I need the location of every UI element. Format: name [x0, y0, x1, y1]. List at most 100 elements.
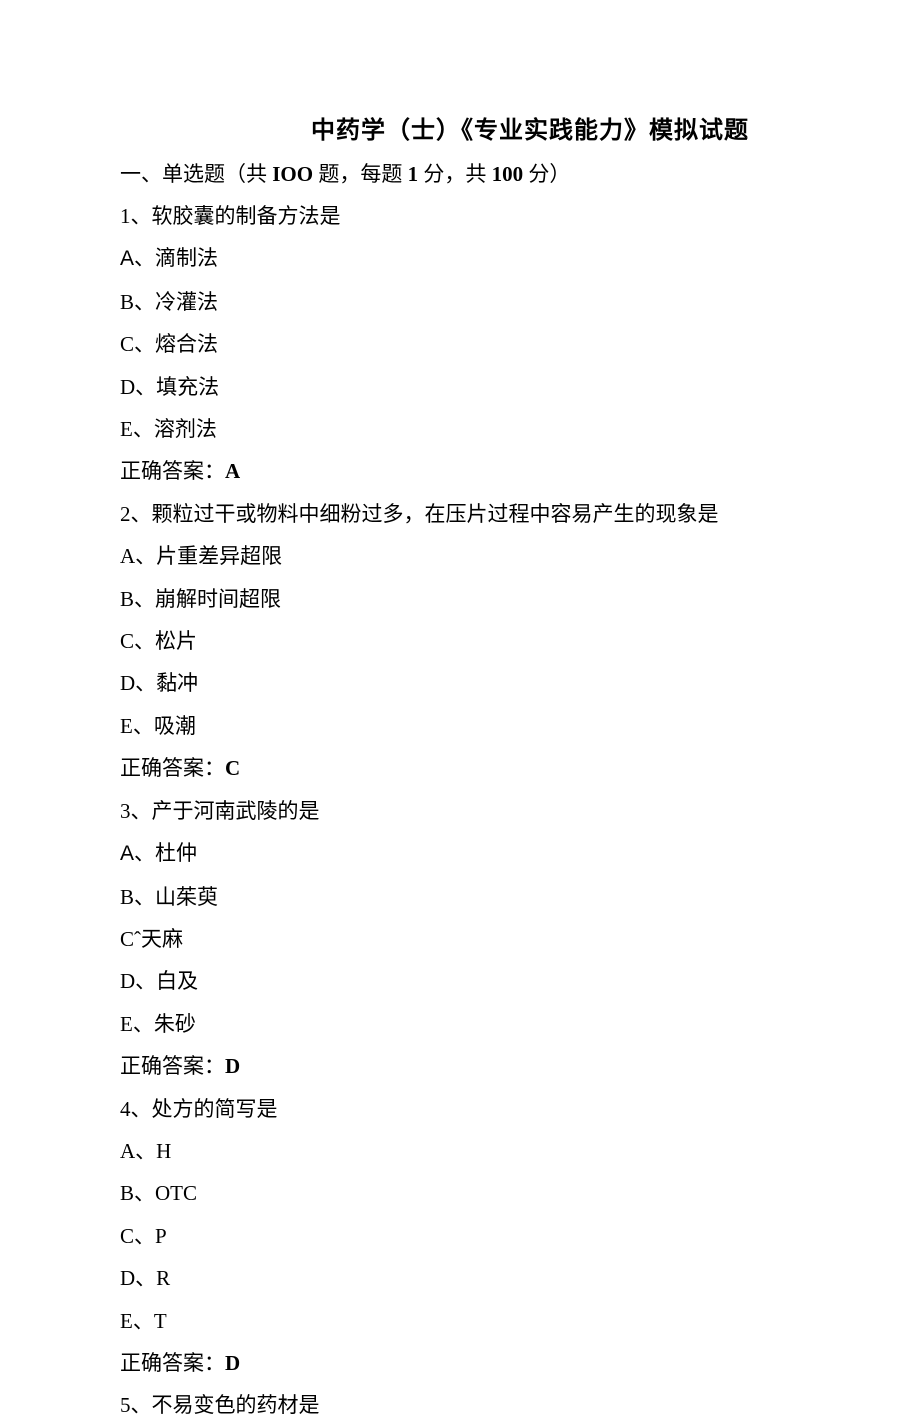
section-count: IOO: [272, 162, 313, 186]
option-text: 熔合法: [155, 332, 218, 356]
option-sep: 、: [133, 714, 154, 738]
option-label: C: [120, 629, 134, 653]
option-label: C: [120, 1224, 134, 1248]
option-text: 填充法: [156, 375, 219, 399]
option-text: 白及: [156, 969, 198, 993]
section-mid2: 分，共: [418, 162, 492, 186]
option-sep: 、: [135, 969, 156, 993]
question-text: 产于河南武陵的是: [152, 799, 320, 823]
question-text: 颗粒过干或物料中细粉过多，在压片过程中容易产生的现象是: [152, 502, 719, 526]
option: D、R: [120, 1257, 800, 1299]
option-label: D: [120, 671, 135, 695]
option-text: R: [156, 1266, 170, 1290]
option: D、白及: [120, 960, 800, 1002]
section-header: 一、单选题（共 IOO 题，每题 1 分，共 100 分）: [120, 153, 800, 195]
option-sep: 、: [133, 1309, 154, 1333]
option-sep: 、: [134, 1224, 155, 1248]
option-sep: 、: [134, 332, 155, 356]
option-text: 天麻: [141, 927, 183, 951]
option-text: 黏冲: [156, 671, 198, 695]
option-label: A: [120, 247, 134, 270]
option-label: E: [120, 1309, 133, 1333]
option-sep: 、: [135, 1139, 156, 1163]
answer-line: 正确答案：D: [120, 1342, 800, 1384]
option-sep: 、: [134, 629, 155, 653]
option-label: B: [120, 885, 134, 909]
question-text: 不易变色的药材是: [152, 1393, 320, 1417]
option-sep: 、: [133, 417, 154, 441]
section-prefix: 一、单选题（共: [120, 162, 272, 186]
option-text: 朱砂: [154, 1012, 196, 1036]
option: C、P: [120, 1215, 800, 1257]
option: E、溶剂法: [120, 408, 800, 450]
answer-label: 正确答案：: [120, 1351, 225, 1375]
option: A、H: [120, 1130, 800, 1172]
section-total: 100: [492, 162, 524, 186]
answer-value: C: [225, 756, 240, 780]
option: D、黏冲: [120, 662, 800, 704]
section-per: 1: [408, 162, 419, 186]
answer-line: 正确答案：D: [120, 1045, 800, 1087]
option: B、崩解时间超限: [120, 578, 800, 620]
answer-value: D: [225, 1054, 240, 1078]
option: C、熔合法: [120, 323, 800, 365]
option-sep: 、: [134, 1181, 155, 1205]
option-sep: 、: [135, 1266, 156, 1290]
option: B、OTC: [120, 1172, 800, 1214]
question-text: 处方的简写是: [152, 1097, 278, 1121]
option-label: A: [120, 842, 134, 865]
option: B、冷灌法: [120, 281, 800, 323]
question-number: 4、: [120, 1097, 152, 1121]
option-label: B: [120, 587, 134, 611]
question-stem: 3、产于河南武陵的是: [120, 790, 800, 832]
option-sep: 、: [134, 885, 155, 909]
option-label: D: [120, 375, 135, 399]
option-text: 冷灌法: [155, 290, 218, 314]
answer-label: 正确答案：: [120, 459, 225, 483]
option-sep: 、: [134, 246, 155, 270]
option: E、朱砂: [120, 1003, 800, 1045]
answer-line: 正确答案：A: [120, 450, 800, 492]
question-stem: 1、软胶囊的制备方法是: [120, 195, 800, 237]
option-label: B: [120, 1181, 134, 1205]
option-label: D: [120, 969, 135, 993]
option-label: A: [120, 544, 135, 568]
option-sep: 、: [134, 841, 155, 865]
option-text: 松片: [155, 629, 197, 653]
option-text: OTC: [155, 1181, 197, 1205]
option-sep: 、: [135, 544, 156, 568]
option-text: H: [156, 1139, 171, 1163]
question-stem: 2、颗粒过干或物料中细粉过多，在压片过程中容易产生的现象是: [120, 493, 800, 535]
option: D、填充法: [120, 366, 800, 408]
question-number: 1、: [120, 204, 152, 228]
question-number: 5、: [120, 1393, 152, 1417]
option-label: C: [120, 332, 134, 356]
option-text: P: [155, 1224, 167, 1248]
option-label: E: [120, 417, 133, 441]
option: Cˆ天麻: [120, 918, 800, 960]
option-label: Cˆ: [120, 927, 141, 951]
question-number: 3、: [120, 799, 152, 823]
option-label: E: [120, 1012, 133, 1036]
option-label: E: [120, 714, 133, 738]
option-sep: 、: [133, 1012, 154, 1036]
option-sep: 、: [135, 671, 156, 695]
option-text: 片重差异超限: [156, 544, 282, 568]
answer-line: 正确答案：C: [120, 747, 800, 789]
answer-value: D: [225, 1351, 240, 1375]
option-text: T: [154, 1309, 167, 1333]
question-stem: 4、处方的简写是: [120, 1088, 800, 1130]
section-mid1: 题，每题: [313, 162, 408, 186]
option-text: 崩解时间超限: [155, 587, 281, 611]
option: A、杜仲: [120, 832, 800, 875]
option-sep: 、: [134, 587, 155, 611]
answer-value: A: [225, 459, 240, 483]
option-text: 溶剂法: [154, 417, 217, 441]
question-number: 2、: [120, 502, 152, 526]
option: E、T: [120, 1300, 800, 1342]
option-text: 吸潮: [154, 714, 196, 738]
option-label: B: [120, 290, 134, 314]
question-stem: 5、不易变色的药材是: [120, 1384, 800, 1426]
answer-label: 正确答案：: [120, 756, 225, 780]
option-sep: 、: [134, 290, 155, 314]
